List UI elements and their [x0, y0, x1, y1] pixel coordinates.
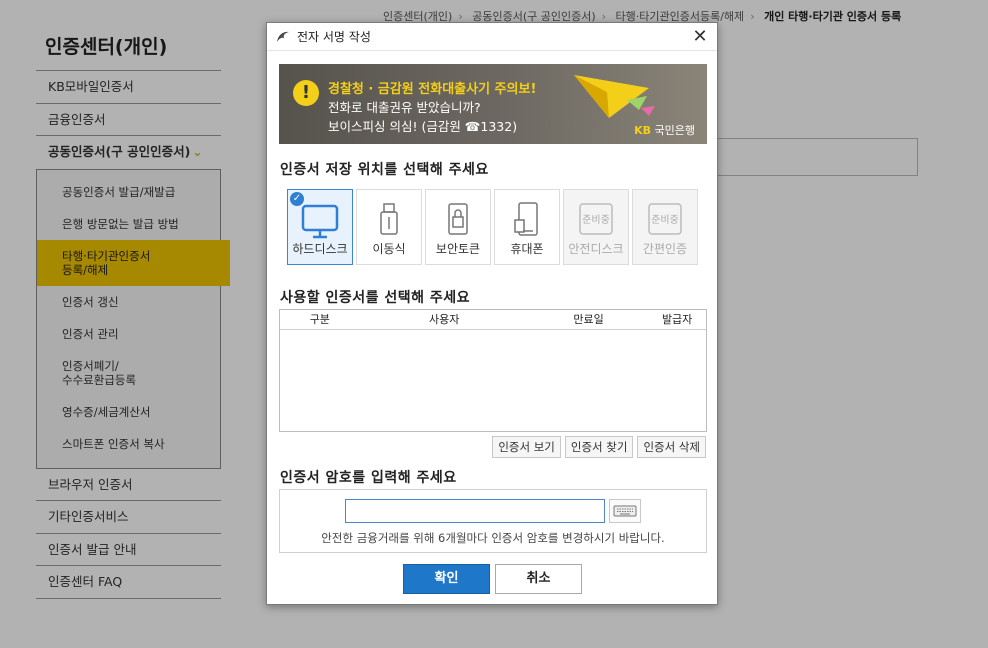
usb-icon: [380, 203, 398, 235]
token-icon: [448, 203, 468, 235]
storage-section-title: 인증서 저장 위치를 선택해 주세요: [280, 162, 489, 178]
cert-action-buttons: 인증서 보기 인증서 찾기 인증서 삭제: [488, 436, 706, 458]
preparing-icon: 준비중: [579, 203, 613, 235]
preparing-icon: 준비중: [648, 203, 682, 235]
app-logo-icon: [277, 31, 289, 42]
password-section-title: 인증서 암호를 입력해 주세요: [280, 470, 457, 486]
cert-table[interactable]: 구분 사용자 만료일 발급자: [279, 309, 707, 432]
warning-banner[interactable]: ! 경찰청 · 금감원 전화대출사기 주의보! 전화로 대출권유 받았습니까? …: [279, 64, 707, 144]
storage-label: 안전디스크: [568, 242, 624, 256]
preparing-badge: 준비중: [582, 214, 610, 226]
storage-location-list: ✓ 하드디스크 이동식 보안토큰 휴대폰 준비중 안전디스크 준비중 간편인증: [287, 189, 701, 265]
banner-line: 보이스피싱 의심! (금감원 ☎1332): [328, 119, 518, 134]
password-input[interactable]: [345, 499, 605, 523]
view-cert-button[interactable]: 인증서 보기: [492, 436, 561, 458]
close-icon[interactable]: ✕: [689, 26, 711, 48]
column-header[interactable]: 사용자: [360, 310, 529, 329]
password-box: 안전한 금융거래를 위해 6개월마다 인증서 암호를 변경하시기 바랍니다.: [279, 489, 707, 553]
storage-label: 이동식: [372, 242, 406, 256]
storage-label: 간편인증: [642, 242, 688, 256]
delete-cert-button[interactable]: 인증서 삭제: [637, 436, 706, 458]
column-header[interactable]: 만료일: [529, 310, 648, 329]
preparing-badge: 준비중: [651, 214, 679, 226]
password-note: 안전한 금융거래를 위해 6개월마다 인증서 암호를 변경하시기 바랍니다.: [321, 531, 665, 545]
warning-icon: !: [293, 80, 319, 106]
storage-label: 휴대폰: [510, 242, 544, 256]
find-cert-button[interactable]: 인증서 찾기: [564, 436, 634, 458]
column-header[interactable]: 구분: [280, 310, 360, 329]
paper-plane-icon: [574, 75, 655, 118]
banner-headline: 경찰청 · 금감원 전화대출사기 주의보!: [328, 82, 537, 97]
column-header[interactable]: 발급자: [648, 310, 706, 329]
kb-logo: KB 국민은행: [634, 124, 695, 137]
storage-label: 보안토큰: [435, 242, 481, 256]
signature-dialog: 전자 서명 작성 ✕ ! 경찰청 · 금감원 전화대출사기 주의보! 전화로 대…: [266, 22, 718, 605]
dialog-title: 전자 서명 작성: [297, 30, 371, 44]
storage-harddisk-button[interactable]: ✓ 하드디스크: [287, 189, 353, 265]
phone-icon: [514, 202, 538, 236]
storage-label: 하드디스크: [292, 242, 348, 256]
monitor-icon: [301, 204, 339, 239]
cert-table-header: 구분 사용자 만료일 발급자: [280, 310, 706, 330]
storage-phone-button[interactable]: 휴대폰: [494, 189, 560, 265]
storage-removable-button[interactable]: 이동식: [356, 189, 422, 265]
confirm-button[interactable]: 확인: [403, 564, 490, 594]
cancel-button[interactable]: 취소: [495, 564, 582, 594]
keyboard-icon: [613, 505, 637, 517]
storage-simple-auth-button[interactable]: 준비중 간편인증: [632, 189, 698, 265]
virtual-keyboard-button[interactable]: [609, 499, 641, 523]
dialog-titlebar: 전자 서명 작성 ✕: [267, 23, 717, 51]
banner-line: 전화로 대출권유 받았습니까?: [328, 100, 481, 115]
storage-safedisk-button[interactable]: 준비중 안전디스크: [563, 189, 629, 265]
cert-section-title: 사용할 인증서를 선택해 주세요: [280, 290, 471, 306]
storage-token-button[interactable]: 보안토큰: [425, 189, 491, 265]
